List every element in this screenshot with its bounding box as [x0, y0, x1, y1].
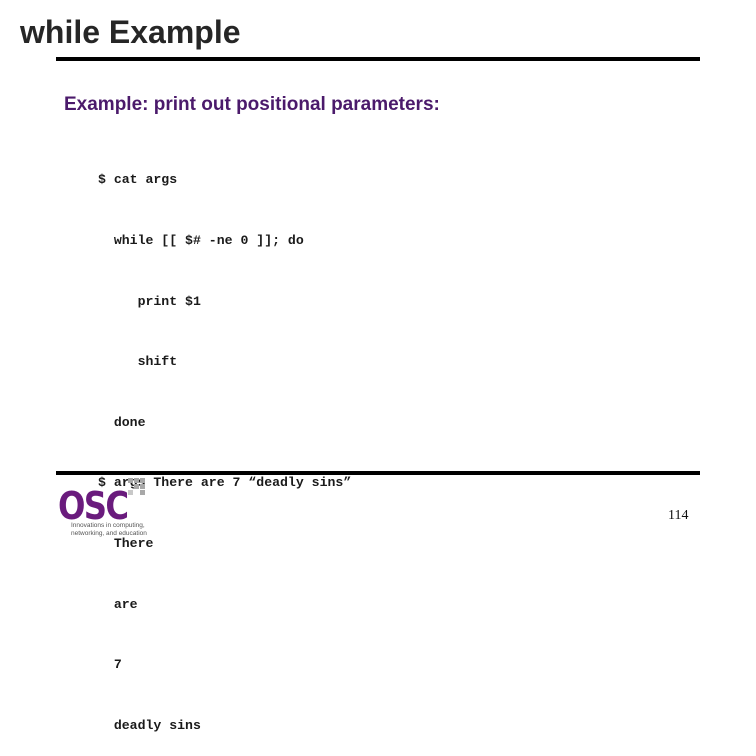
page-number: 114: [668, 508, 689, 523]
osc-logo: OSC Innovations in computing, networking…: [56, 478, 166, 540]
code-line: while [[ $# -ne 0 ]]; do: [98, 233, 304, 248]
code-line: shift: [98, 354, 178, 370]
logo-tagline: Innovations in computing, networking, an…: [71, 522, 147, 537]
slide-subtitle: Example: print out positional parameters…: [64, 94, 440, 115]
code-line: 7: [98, 657, 122, 673]
logo-tagline-line: Innovations in computing,: [71, 522, 145, 529]
top-divider: [56, 57, 700, 61]
code-line: print $1: [98, 293, 201, 309]
code-line: deadly sins: [98, 717, 201, 733]
logo-wordmark: OSC: [58, 484, 129, 528]
logo-grid-icon: [128, 478, 146, 496]
code-line: $ cat args: [98, 172, 178, 188]
logo-tagline-line: networking, and education: [71, 529, 147, 537]
code-line: done: [98, 414, 146, 430]
slide-title: while Example: [20, 14, 241, 50]
bottom-divider: [56, 471, 700, 475]
code-block: $ cat args while [[ $# -ne 0 ]]; do prin…: [98, 130, 351, 756]
code-line: are: [98, 596, 138, 612]
